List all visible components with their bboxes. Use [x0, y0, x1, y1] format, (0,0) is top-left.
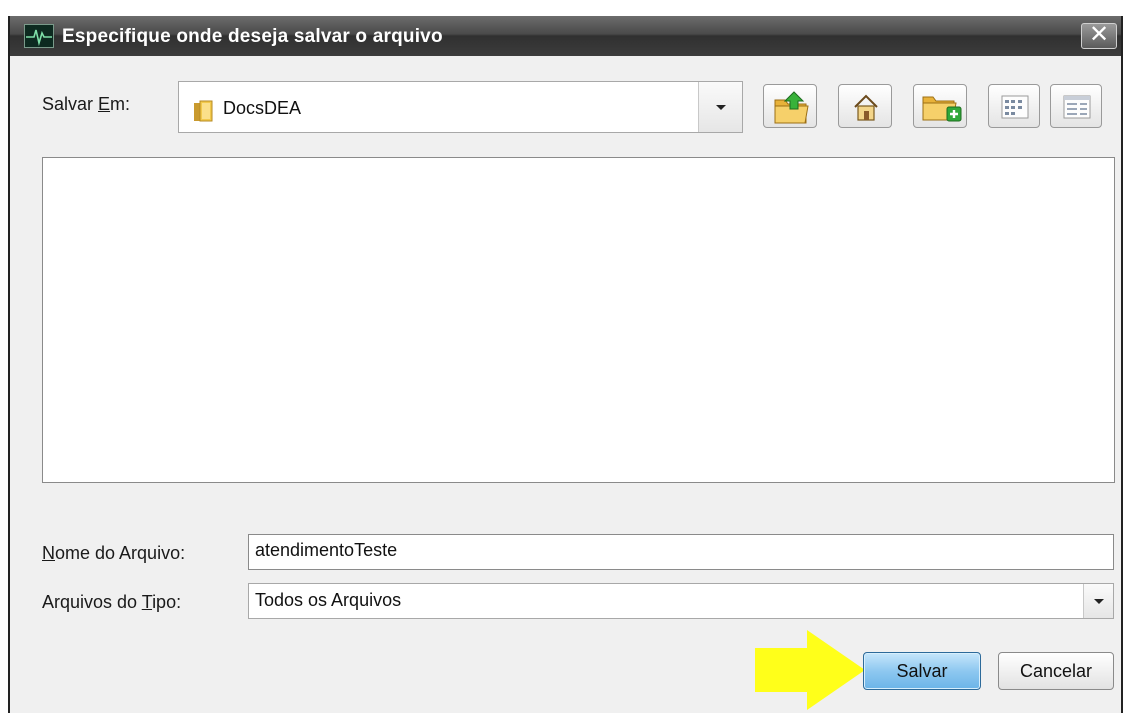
details-view-button[interactable]: [1050, 84, 1102, 128]
selected-folder: DocsDEA: [223, 98, 302, 118]
save-file-dialog: Especifique onde deseja salvar o arquivo…: [8, 16, 1123, 713]
details-view-icon: [1063, 95, 1091, 119]
up-one-level-button[interactable]: [763, 84, 817, 128]
home-button[interactable]: [838, 84, 892, 128]
highlight-arrow-icon: [755, 630, 865, 710]
home-icon: [854, 94, 878, 121]
chevron-down-icon[interactable]: [1083, 584, 1113, 618]
file-type-value: Todos os Arquivos: [255, 590, 402, 610]
chevron-down-icon[interactable]: [698, 82, 742, 132]
file-name-input[interactable]: atendimentoTeste: [248, 534, 1114, 570]
dialog-title: Especifique onde deseja salvar o arquivo: [62, 26, 443, 47]
file-type-label: Arquivos do Tipo:: [42, 592, 182, 612]
file-list-pane[interactable]: [42, 157, 1115, 483]
folder-up-icon: [774, 91, 809, 124]
new-folder-icon: [922, 96, 962, 122]
file-name-label: Nome do Arquivo:: [42, 543, 186, 563]
close-button[interactable]: ✕: [1081, 23, 1117, 49]
title-bar[interactable]: Especifique onde deseja salvar o arquivo…: [10, 16, 1121, 56]
cancel-button[interactable]: Cancelar: [998, 652, 1114, 690]
list-view-icon: [1001, 95, 1029, 119]
list-view-button[interactable]: [988, 84, 1040, 128]
app-heartbeat-icon: [24, 24, 54, 48]
folder-icon: [194, 100, 213, 122]
save-in-combo[interactable]: DocsDEA: [178, 81, 743, 133]
new-folder-button[interactable]: [913, 84, 967, 128]
file-type-select[interactable]: Todos os Arquivos: [248, 583, 1114, 619]
save-in-label: Salvar Em:: [42, 94, 131, 114]
save-button[interactable]: Salvar: [863, 652, 981, 690]
